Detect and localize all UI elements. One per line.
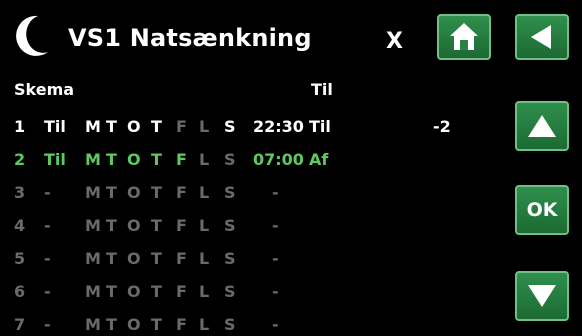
row-time: -	[272, 315, 279, 334]
day-friday: F	[176, 249, 187, 268]
day-monday: M	[85, 183, 101, 202]
row-time: -	[272, 282, 279, 301]
day-monday: M	[85, 216, 101, 235]
day-sunday: S	[224, 315, 236, 334]
back-arrow-icon	[531, 25, 551, 49]
day-saturday: L	[199, 150, 210, 169]
day-friday: F	[176, 216, 187, 235]
row-mode: -	[44, 183, 51, 202]
row-number: 4	[14, 216, 26, 235]
day-tuesday: T	[106, 282, 117, 301]
day-tuesday: T	[106, 216, 117, 235]
column-header-schedule: Skema	[14, 80, 75, 99]
day-saturday: L	[199, 183, 210, 202]
day-wednesday: O	[127, 183, 141, 202]
day-tuesday: T	[106, 183, 117, 202]
screen: VS1 Natsænkning X Skema Til 1 Til M T O …	[0, 0, 582, 334]
day-saturday: L	[199, 249, 210, 268]
day-sunday: S	[224, 183, 236, 202]
day-thursday: T	[151, 315, 162, 334]
row-mode: -	[44, 282, 51, 301]
row-mode: Til	[44, 117, 66, 136]
row-time: -	[272, 216, 279, 235]
day-tuesday: T	[106, 150, 117, 169]
day-monday: M	[85, 117, 101, 136]
day-thursday: T	[151, 183, 162, 202]
day-monday: M	[85, 150, 101, 169]
home-button[interactable]	[437, 14, 491, 60]
row-mode: -	[44, 315, 51, 334]
day-wednesday: O	[127, 282, 141, 301]
day-wednesday: O	[127, 315, 141, 334]
day-monday: M	[85, 315, 101, 334]
day-thursday: T	[151, 249, 162, 268]
back-button[interactable]	[515, 14, 569, 60]
close-button[interactable]: X	[386, 31, 403, 53]
day-thursday: T	[151, 150, 162, 169]
day-sunday: S	[224, 117, 236, 136]
column-header-action: Til	[311, 80, 333, 99]
day-sunday: S	[224, 282, 236, 301]
page-title: VS1 Natsænkning	[68, 24, 312, 52]
row-number: 2	[14, 150, 26, 169]
day-friday: F	[176, 150, 187, 169]
day-friday: F	[176, 282, 187, 301]
row-number: 3	[14, 183, 26, 202]
arrow-up-icon	[528, 115, 556, 137]
day-thursday: T	[151, 117, 162, 136]
day-tuesday: T	[106, 315, 117, 334]
row-action: Til	[309, 117, 331, 136]
day-saturday: L	[199, 282, 210, 301]
day-wednesday: O	[127, 117, 141, 136]
day-sunday: S	[224, 216, 236, 235]
row-value: -2	[433, 117, 451, 136]
row-time: 07:00	[253, 150, 304, 169]
row-mode: Til	[44, 150, 66, 169]
row-number: 7	[14, 315, 26, 334]
row-mode: -	[44, 249, 51, 268]
day-saturday: L	[199, 315, 210, 334]
row-action: Af	[309, 150, 329, 169]
row-number: 1	[14, 117, 26, 136]
day-thursday: T	[151, 216, 162, 235]
day-wednesday: O	[127, 216, 141, 235]
row-number: 6	[14, 282, 26, 301]
scroll-down-button[interactable]	[515, 271, 569, 321]
row-time: 22:30	[253, 117, 304, 136]
day-wednesday: O	[127, 150, 141, 169]
ok-label: OK	[526, 199, 558, 221]
day-saturday: L	[199, 216, 210, 235]
day-saturday: L	[199, 117, 210, 136]
day-wednesday: O	[127, 249, 141, 268]
ok-button[interactable]: OK	[515, 185, 569, 235]
scroll-up-button[interactable]	[515, 101, 569, 151]
day-sunday: S	[224, 150, 236, 169]
day-sunday: S	[224, 249, 236, 268]
day-monday: M	[85, 249, 101, 268]
row-mode: -	[44, 216, 51, 235]
home-icon	[450, 23, 478, 50]
day-monday: M	[85, 282, 101, 301]
day-tuesday: T	[106, 117, 117, 136]
moon-icon	[16, 15, 48, 56]
day-friday: F	[176, 183, 187, 202]
row-number: 5	[14, 249, 26, 268]
day-friday: F	[176, 117, 187, 136]
day-friday: F	[176, 315, 187, 334]
row-time: -	[272, 183, 279, 202]
day-thursday: T	[151, 282, 162, 301]
row-time: -	[272, 249, 279, 268]
arrow-down-icon	[528, 285, 556, 307]
day-tuesday: T	[106, 249, 117, 268]
